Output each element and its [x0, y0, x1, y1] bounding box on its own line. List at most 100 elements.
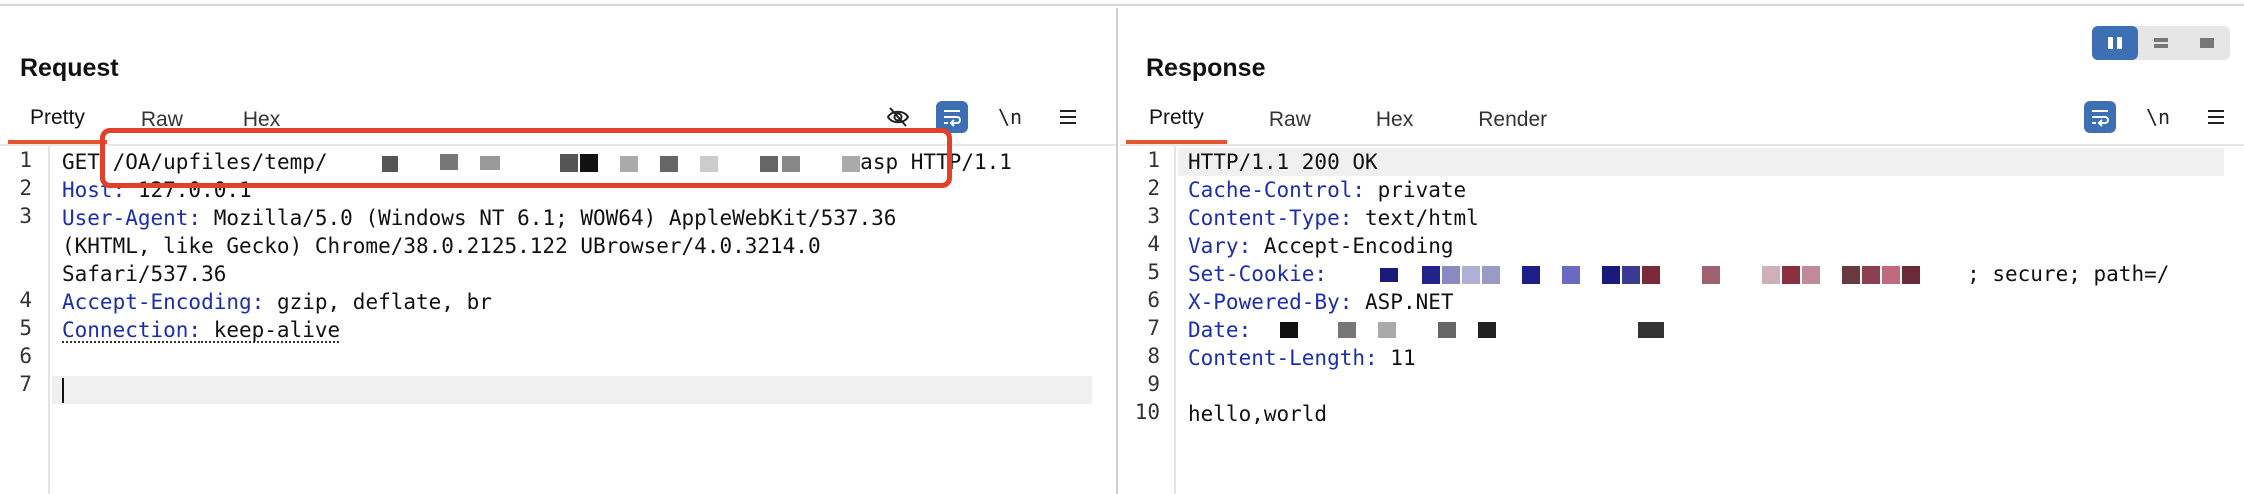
response-line-3: Content-Type: text/html	[1188, 204, 1479, 232]
header-key: X-Powered-By:	[1188, 290, 1353, 314]
request-editor[interactable]: 1 2 3 4 5 6 7 GET /OA/upfiles/temp/ .asp …	[0, 146, 1116, 494]
header-value: Mozilla/5.0 (Windows NT 6.1; WOW64) Appl…	[201, 206, 897, 230]
line-number: 6	[19, 344, 32, 368]
redaction-block	[1478, 322, 1496, 338]
redaction-block	[480, 156, 500, 170]
line-number: 1	[1147, 148, 1160, 172]
response-toolbar: \n	[2084, 101, 2232, 133]
request-line-3: User-Agent: Mozilla/5.0 (Windows NT 6.1;…	[62, 204, 896, 232]
redaction-block	[700, 156, 718, 172]
header-value: private	[1365, 178, 1467, 202]
request-line-2: Host: 127.0.0.1	[62, 176, 252, 204]
redaction-block	[1802, 266, 1820, 284]
redaction-block	[1762, 266, 1780, 284]
request-line-3-wrap-1: (KHTML, like Gecko) Chrome/38.0.2125.122…	[62, 234, 821, 258]
redaction-block	[842, 156, 860, 172]
redaction-block	[620, 156, 638, 172]
request-toolbar: \n	[882, 101, 1084, 133]
line-number: 5	[1147, 260, 1160, 284]
response-line-8: Content-Length: 11	[1188, 344, 1416, 372]
newline-toggle[interactable]: \n	[2138, 101, 2178, 133]
view-layout-toggle	[2092, 26, 2230, 60]
header-key: Accept-Encoding:	[62, 290, 265, 314]
request-line-4: Accept-Encoding: gzip, deflate, br	[62, 288, 492, 316]
hamburger-menu-icon[interactable]	[1052, 101, 1084, 133]
line-number: 1	[19, 148, 32, 172]
redaction-block	[660, 156, 678, 172]
http-method: GET	[62, 150, 100, 174]
response-line-4: Vary: Accept-Encoding	[1188, 232, 1454, 260]
header-value: ; secure; path=/	[1967, 262, 2170, 286]
redaction-block	[760, 156, 778, 172]
redaction-block	[1462, 266, 1480, 284]
side-by-side-icon[interactable]	[2092, 26, 2138, 60]
request-tab-hex[interactable]: Hex	[205, 96, 302, 144]
request-tab-raw[interactable]: Raw	[107, 96, 205, 144]
response-tab-render[interactable]: Render	[1436, 96, 1570, 144]
header-value: 127.0.0.1	[125, 178, 252, 202]
single-icon[interactable]	[2184, 26, 2230, 60]
request-line-3-wrap-2: Safari/537.36	[62, 262, 227, 286]
redaction-block	[1562, 266, 1580, 284]
redaction-block	[782, 156, 800, 172]
redaction-block	[1638, 322, 1664, 338]
redaction-block	[1842, 266, 1860, 284]
redaction-block	[1522, 266, 1540, 284]
redaction-block	[1482, 266, 1500, 284]
response-tabs: Pretty Raw Hex Render	[1126, 96, 1570, 144]
response-tab-raw[interactable]: Raw	[1227, 96, 1334, 144]
line-number: 8	[1147, 344, 1160, 368]
wrap-lines-icon[interactable]	[936, 101, 968, 133]
wrap-lines-icon[interactable]	[2084, 101, 2116, 133]
response-tab-hex[interactable]: Hex	[1334, 96, 1436, 144]
line-number: 2	[1147, 176, 1160, 200]
response-line-5: Set-Cookie: ; secure; path=/	[1188, 260, 2169, 288]
response-line-7: Date:	[1188, 316, 1251, 344]
redaction-block	[382, 156, 398, 172]
redaction-block	[1280, 322, 1298, 338]
response-body: hello,world	[1188, 402, 1328, 426]
redaction-block	[1902, 266, 1920, 284]
redaction-block	[440, 154, 458, 170]
line-number: 2	[19, 176, 32, 200]
newline-toggle[interactable]: \n	[990, 101, 1030, 133]
line-number: 7	[19, 372, 32, 396]
stacked-icon[interactable]	[2138, 26, 2184, 60]
redaction-block	[560, 154, 578, 172]
header-value: ASP.NET	[1352, 290, 1454, 314]
response-editor[interactable]: 1 2 3 4 5 6 7 8 9 10 HTTP/1.1 200 OK Cac…	[1120, 146, 2244, 494]
hamburger-menu-icon[interactable]	[2200, 101, 2232, 133]
redaction-block	[1602, 266, 1620, 284]
redaction-block	[1380, 268, 1398, 282]
line-number: 9	[1147, 372, 1160, 396]
line-number: 10	[1134, 400, 1160, 424]
response-title: Response	[1146, 54, 1266, 82]
top-border	[0, 0, 2244, 6]
response-status-line: HTTP/1.1 200 OK	[1188, 150, 1378, 174]
response-tab-pretty[interactable]: Pretty	[1126, 96, 1227, 144]
line-number: 5	[19, 316, 32, 340]
text-caret	[62, 378, 64, 403]
redaction-block	[1642, 266, 1660, 284]
header-key: User-Agent:	[62, 206, 202, 230]
response-line-6: X-Powered-By: ASP.NET	[1188, 288, 1454, 316]
redaction-block	[1378, 322, 1396, 338]
eye-slash-icon[interactable]	[882, 101, 914, 133]
header-key: Content-Length:	[1188, 346, 1378, 370]
request-tab-pretty[interactable]: Pretty	[8, 96, 107, 144]
current-line-highlight	[52, 376, 1092, 404]
header-key: Set-Cookie:	[1188, 262, 1328, 286]
line-number: 4	[19, 288, 32, 312]
line-number: 3	[1147, 204, 1160, 228]
header-value: Accept-Encoding	[1251, 234, 1454, 258]
request-line-5: Connection: keep-alive	[62, 316, 340, 344]
redaction-block	[1338, 322, 1356, 338]
response-pane: Response Pretty Raw Hex Render \n 1 2 3 …	[1120, 8, 2244, 494]
line-number: 3	[19, 204, 32, 228]
header-key: Cache-Control:	[1188, 178, 1366, 202]
line-number: 4	[1147, 232, 1160, 256]
request-ext: .asp HTTP/1.1	[847, 150, 1012, 174]
header-key: Vary:	[1188, 234, 1252, 258]
header-key: Host:	[62, 178, 126, 202]
request-pane: Request Pretty Raw Hex \n 1 2 3 4 5 6 7 …	[0, 8, 1118, 494]
